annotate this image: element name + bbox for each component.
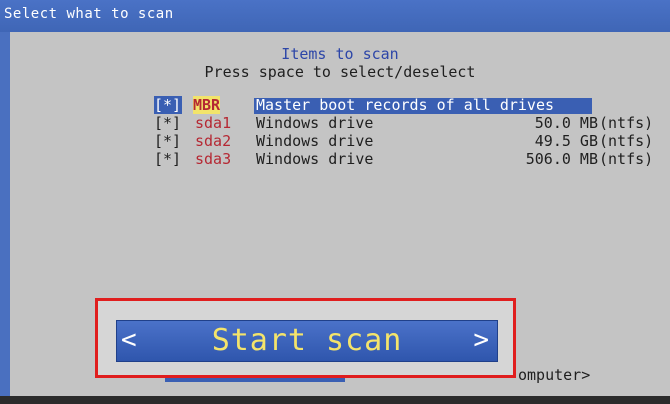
checkbox[interactable]: [*] — [154, 132, 181, 150]
item-filesystem: (ntfs) — [599, 114, 654, 132]
computer-button[interactable]: omputer> — [518, 366, 590, 384]
chevron-right-icon: > — [473, 325, 489, 355]
item-description: Windows drive — [256, 150, 374, 168]
item-description: Windows drive — [256, 132, 374, 150]
item-description: Windows drive — [256, 114, 374, 132]
list-item-mbr[interactable]: [*] MBR Master boot records of all drive… — [0, 96, 670, 114]
instruction-text: Press space to select/deselect — [204, 63, 476, 81]
bottom-bar — [0, 396, 670, 404]
title-bar: Select what to scan — [0, 0, 670, 32]
item-size: 49.5 GB — [534, 132, 598, 150]
hidden-button-underline — [165, 378, 345, 382]
item-id: MBR — [193, 96, 221, 114]
item-id: sda3 — [195, 150, 232, 168]
item-id: sda1 — [195, 114, 232, 132]
item-size: 506.0 MB — [525, 150, 598, 168]
checkbox[interactable]: [*] — [154, 96, 182, 114]
checkbox[interactable]: [*] — [154, 114, 181, 132]
window-title: Select what to scan — [4, 6, 174, 22]
start-scan-button[interactable]: < Start scan > — [116, 320, 498, 362]
list-item-sda1[interactable]: [*] sda1 Windows drive 50.0 MB (ntfs) — [0, 114, 670, 132]
checkbox[interactable]: [*] — [154, 150, 181, 168]
list-item-sda3[interactable]: [*] sda3 Windows drive 506.0 MB (ntfs) — [0, 150, 670, 168]
list-item-sda2[interactable]: [*] sda2 Windows drive 49.5 GB (ntfs) — [0, 132, 670, 150]
start-scan-label: Start scan — [211, 323, 403, 358]
item-id: sda2 — [195, 132, 232, 150]
item-filesystem: (ntfs) — [599, 150, 654, 168]
item-filesystem: (ntfs) — [599, 132, 654, 150]
item-description: Master boot records of all drives — [256, 96, 555, 114]
items-heading: Items to scan — [281, 45, 399, 63]
item-size: 50.0 MB — [534, 114, 598, 132]
